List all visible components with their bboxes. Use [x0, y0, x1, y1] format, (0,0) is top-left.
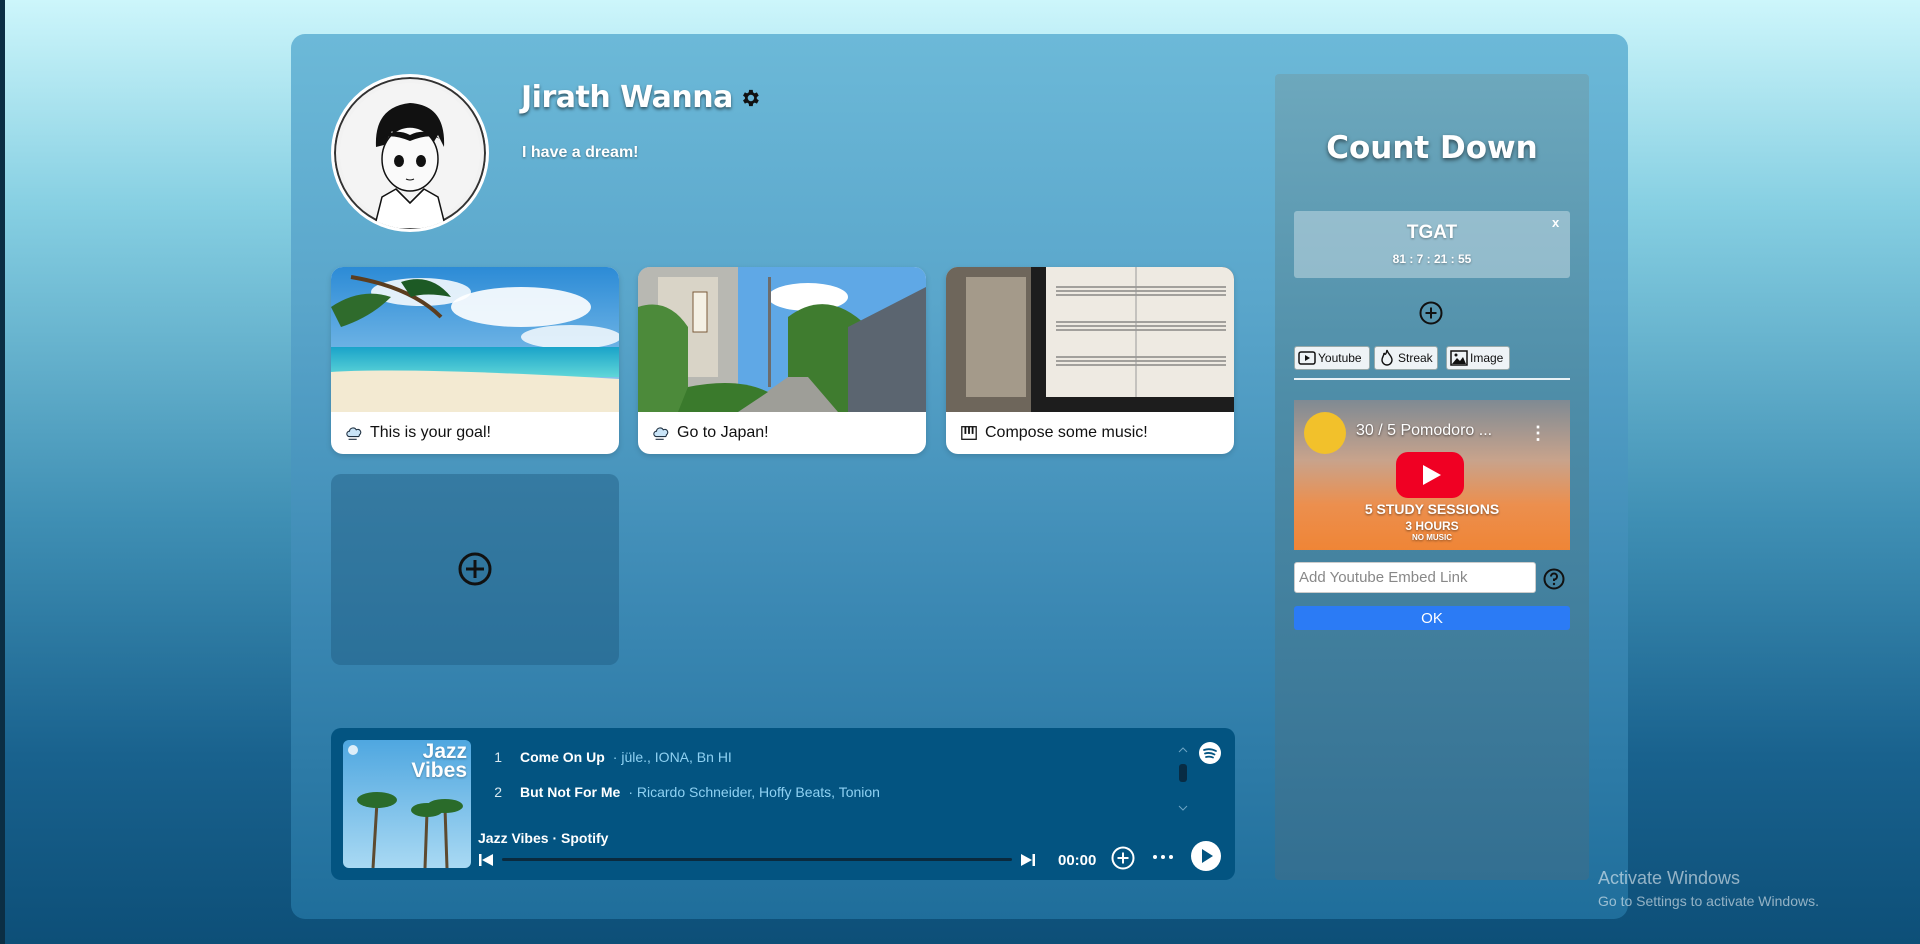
youtube-embed-input[interactable] [1294, 562, 1536, 593]
goal-card-beach[interactable]: This is your goal! [331, 267, 619, 454]
track-artists: · Ricardo Schneider, Hoffy Beats, Tonion [628, 784, 880, 800]
video-menu-icon[interactable]: ⋮ [1529, 423, 1547, 444]
video-overlay-line: 3 HOURS [1405, 519, 1459, 533]
tab-label: Streak [1398, 351, 1433, 365]
profile-bio: I have a dream! [522, 144, 639, 161]
window-edge [0, 0, 5, 944]
timer-close-button[interactable]: x [1552, 215, 1559, 230]
goal-card-music[interactable]: Compose some music! [946, 267, 1234, 454]
beach-image [331, 267, 619, 412]
goal-label-text: Go to Japan! [677, 424, 769, 441]
avatar[interactable] [331, 74, 489, 232]
countdown-title: Count Down [1326, 130, 1538, 166]
ok-button[interactable]: OK [1294, 606, 1570, 630]
track-number: 2 [494, 784, 502, 800]
activate-windows-subtitle: Go to Settings to activate Windows. [1598, 893, 1819, 909]
video-title[interactable]: 30 / 5 Pomodoro ... [1356, 422, 1492, 440]
timer-value: 81 : 7 : 21 : 55 [1392, 252, 1472, 266]
more-options-icon[interactable] [1151, 850, 1175, 864]
activate-windows-title: Activate Windows [1598, 868, 1741, 888]
piano-icon [961, 426, 977, 440]
youtube-play-button[interactable] [1396, 452, 1464, 498]
skip-forward-icon[interactable] [1020, 852, 1036, 868]
video-overlay-text: 5 STUDY SESSIONS 3 HOURS NO MUSIC [1294, 501, 1570, 542]
goal-label-text: This is your goal! [370, 424, 491, 441]
goal-label: Compose some music! [946, 412, 1234, 454]
plus-circle-icon [458, 552, 492, 586]
track-number: 1 [494, 749, 502, 765]
track-title: Come On Up [520, 749, 605, 765]
tab-image[interactable]: Image [1446, 346, 1510, 370]
track-row[interactable]: 2 But Not For Me · Ricardo Schneider, Ho… [488, 784, 880, 800]
profile-name: Jirath Wanna [521, 80, 733, 115]
channel-avatar[interactable] [1304, 412, 1346, 454]
cloud-icon [653, 427, 669, 440]
album-cover[interactable]: Jazz Vibes [343, 740, 471, 868]
add-to-library-icon[interactable] [1110, 845, 1136, 871]
tab-youtube[interactable]: Youtube [1294, 346, 1370, 370]
play-icon[interactable] [1190, 840, 1222, 872]
cloud-icon [346, 427, 362, 440]
track-title: But Not For Me [520, 784, 621, 800]
goal-label-text: Compose some music! [985, 424, 1148, 441]
goal-card-japan[interactable]: Go to Japan! [638, 267, 926, 454]
tracklist-scrollbar[interactable] [1176, 744, 1190, 814]
track-artists: · jüle., IONA, Bn HI [612, 749, 732, 765]
video-overlay-line: 5 STUDY SESSIONS [1364, 501, 1500, 517]
help-icon[interactable] [1543, 568, 1565, 590]
image-icon [1450, 350, 1468, 366]
album-title: Jazz Vibes [411, 740, 467, 782]
japan-street-image [638, 267, 926, 412]
add-timer-button[interactable] [1418, 300, 1444, 326]
tab-label: Image [1470, 351, 1504, 365]
spotify-icon[interactable] [1198, 741, 1222, 765]
playback-time: 00:00 [1058, 852, 1097, 869]
music-sheet-image [946, 267, 1234, 412]
goal-label: This is your goal! [331, 412, 619, 454]
tab-divider [1294, 378, 1570, 380]
playback-progress[interactable] [502, 858, 1012, 861]
skip-back-icon[interactable] [478, 852, 494, 868]
add-goal-button[interactable] [331, 474, 619, 665]
youtube-icon [1298, 351, 1316, 365]
tab-streak[interactable]: Streak [1374, 346, 1438, 370]
tab-label: Youtube [1318, 351, 1362, 365]
gear-icon[interactable] [739, 87, 761, 109]
video-overlay-line: NO MUSIC [1412, 533, 1452, 542]
goal-label: Go to Japan! [638, 412, 926, 454]
timer-name: TGAT [1406, 222, 1458, 243]
playlist-label: Jazz Vibes · Spotify [478, 830, 609, 846]
track-row[interactable]: 1 Come On Up · jüle., IONA, Bn HI [488, 749, 732, 765]
flame-icon [1381, 349, 1393, 366]
